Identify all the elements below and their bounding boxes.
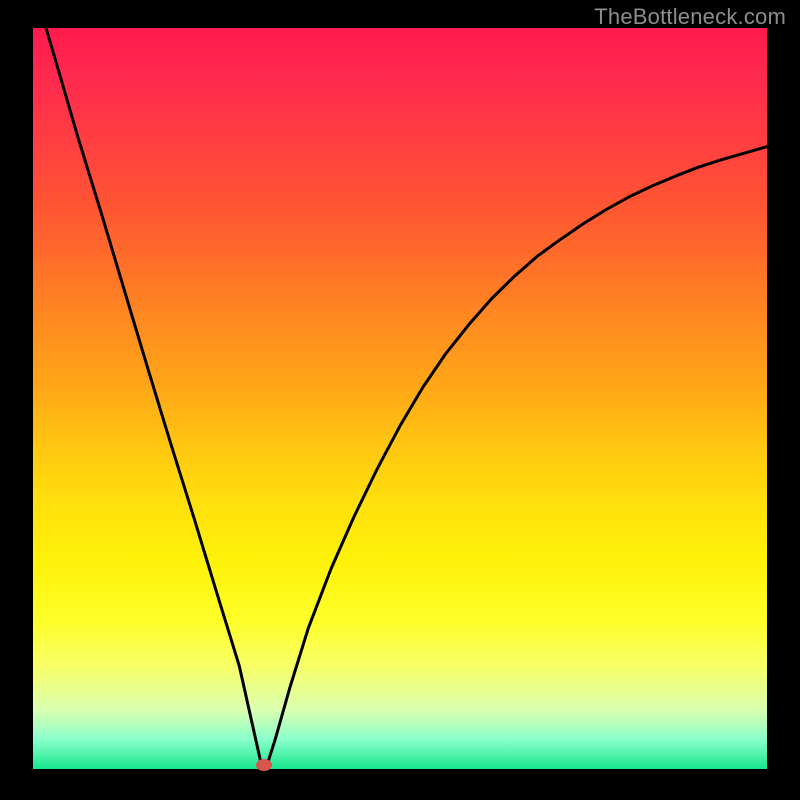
watermark-text: TheBottleneck.com [594, 4, 786, 30]
chart-canvas: TheBottleneck.com [0, 0, 800, 800]
minimum-marker [256, 759, 272, 771]
plot-area [33, 28, 767, 769]
